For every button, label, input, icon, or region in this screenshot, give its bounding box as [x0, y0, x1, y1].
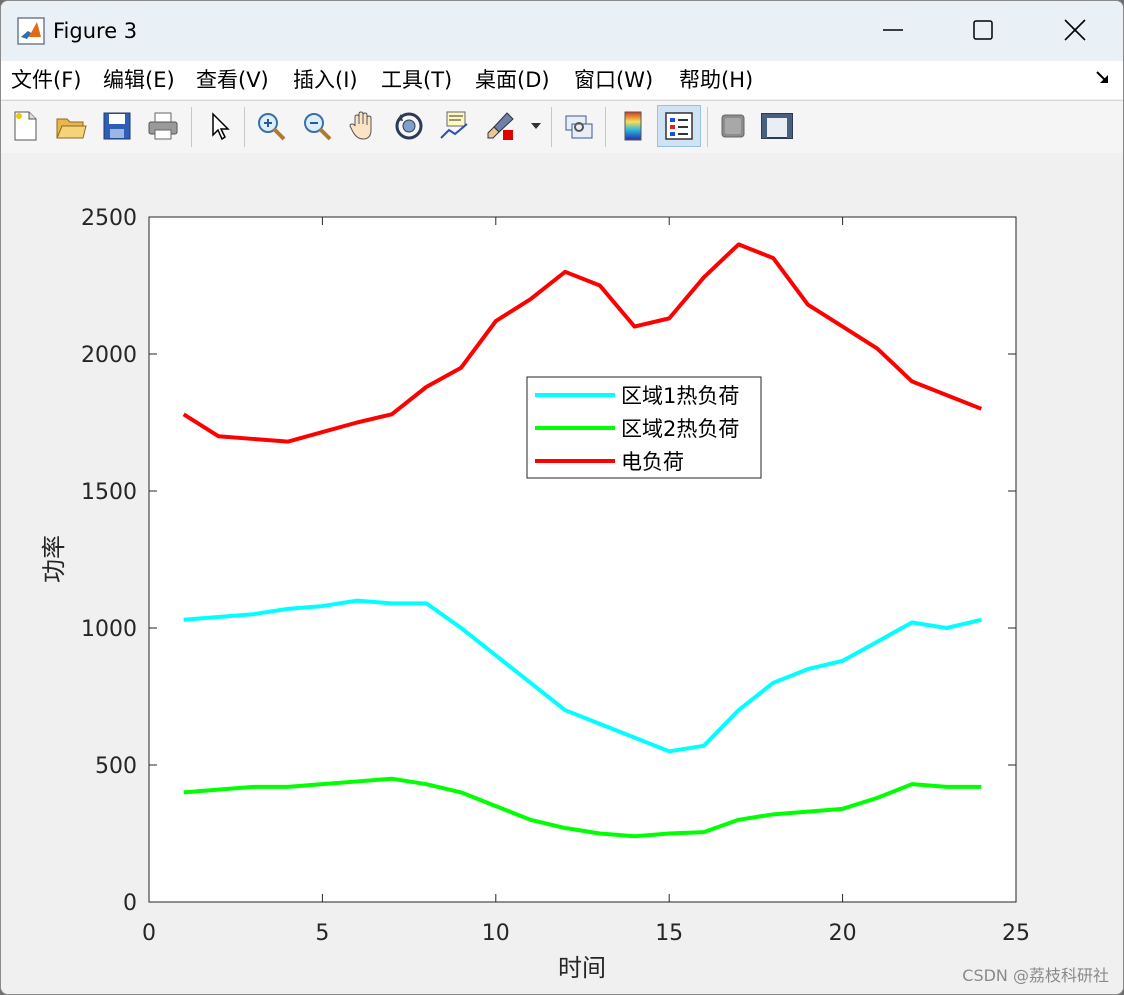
print-button[interactable] [145, 107, 181, 145]
new-figure-icon [14, 111, 37, 141]
menu-desktop[interactable]: 桌面(D) [475, 65, 550, 95]
x-tick-label: 25 [1002, 921, 1030, 946]
maximize-button[interactable] [937, 1, 1029, 59]
colorbar-icon [624, 111, 642, 141]
menu-bar: 文件(F) 编辑(E) 查看(V) 插入(I) 工具(T) 桌面(D) 窗口(W… [1, 61, 1123, 99]
y-axis-label: 功率 [40, 535, 68, 583]
legend-icon [665, 112, 693, 140]
zoom-in-button[interactable] [253, 107, 289, 145]
x-tick-label: 0 [142, 921, 156, 946]
save-button[interactable] [99, 107, 135, 145]
toolbar-separator [244, 107, 245, 147]
axes-box [148, 216, 1017, 903]
menu-window[interactable]: 窗口(W) [574, 65, 653, 95]
minimize-icon [883, 29, 903, 31]
link-plot-icon [565, 115, 593, 139]
x-tick-label: 20 [829, 921, 857, 946]
figure-canvas: 0 5 10 15 20 25 0 500 1000 1500 2000 2500 时间 功率 区域1… [1, 153, 1123, 995]
x-tick-label: 5 [315, 921, 329, 946]
figure-window: Figure 3 文件(F) 编辑(E) 查看(V) 插入(I) 工具(T) 桌… [0, 0, 1124, 995]
open-file-icon [56, 118, 87, 139]
print-icon [148, 112, 178, 140]
legend-label: 电负荷 [621, 450, 684, 474]
y-tick-label: 2500 [81, 206, 137, 231]
zoom-out-button[interactable] [299, 107, 335, 145]
maximize-icon [973, 20, 993, 40]
pan-hand-icon [349, 111, 372, 140]
zoom-out-icon [304, 113, 332, 141]
legend[interactable]: 区域1热负荷区域2热负荷电负荷 [526, 376, 762, 479]
legend-button[interactable] [657, 105, 701, 147]
show-plot-tools-icon [761, 113, 793, 139]
brush-dropdown-icon [531, 123, 541, 129]
data-cursor-button[interactable] [437, 107, 473, 145]
select-arrow-button[interactable] [201, 107, 237, 145]
select-arrow-icon [212, 112, 230, 141]
save-icon [103, 112, 131, 140]
title-bar[interactable]: Figure 3 [1, 1, 1123, 59]
legend-label: 区域2热负荷 [621, 417, 739, 441]
menu-tools[interactable]: 工具(T) [381, 65, 452, 95]
pan-button[interactable] [345, 107, 381, 145]
menu-insert[interactable]: 插入(I) [293, 65, 358, 95]
y-tick-label: 1000 [81, 617, 137, 642]
brush-icon [487, 112, 514, 140]
colorbar-button[interactable] [615, 107, 651, 145]
y-tick-label: 0 [123, 891, 137, 916]
menu-view[interactable]: 查看(V) [196, 65, 269, 95]
matlab-logo-icon [17, 17, 45, 45]
zoom-in-icon [258, 113, 286, 141]
x-axis-label: 时间 [558, 954, 606, 982]
menu-edit[interactable]: 编辑(E) [103, 65, 175, 95]
minimize-button[interactable] [847, 1, 939, 59]
line-chart[interactable]: 0 5 10 15 20 25 0 500 1000 1500 2000 2500 时间 功率 区域1… [1, 153, 1123, 995]
brush-button[interactable] [483, 107, 519, 145]
open-file-button[interactable] [53, 107, 89, 145]
menu-help[interactable]: 帮助(H) [679, 65, 753, 95]
watermark: CSDN @荔枝科研社 [962, 966, 1109, 985]
rotate-3d-button[interactable] [391, 107, 427, 145]
x-tick-label: 15 [655, 921, 683, 946]
menu-file[interactable]: 文件(F) [11, 65, 81, 95]
x-tick-label: 10 [482, 921, 510, 946]
close-button[interactable] [1029, 1, 1121, 59]
toolbar-separator [191, 107, 192, 147]
rotate-3d-icon [395, 112, 423, 140]
figure-toolbar [1, 100, 1123, 154]
link-plot-button[interactable] [561, 107, 597, 145]
y-tick-label: 1500 [81, 480, 137, 505]
toolbar-separator [605, 107, 606, 147]
close-icon [1064, 19, 1086, 41]
brush-dropdown-button[interactable] [525, 107, 547, 145]
window-title: Figure 3 [53, 19, 138, 43]
y-tick-label: 500 [95, 754, 137, 779]
toolbar-separator [707, 107, 708, 147]
show-plot-tools-button[interactable] [759, 107, 795, 145]
legend-label: 区域1热负荷 [621, 384, 739, 408]
toolbar-separator [551, 107, 552, 147]
data-cursor-icon [440, 111, 468, 139]
hide-plot-tools-button[interactable] [715, 107, 751, 145]
dock-arrow-icon[interactable] [1095, 69, 1111, 85]
new-figure-button[interactable] [7, 107, 43, 145]
hide-plot-tools-icon [721, 114, 745, 138]
y-tick-label: 2000 [81, 343, 137, 368]
